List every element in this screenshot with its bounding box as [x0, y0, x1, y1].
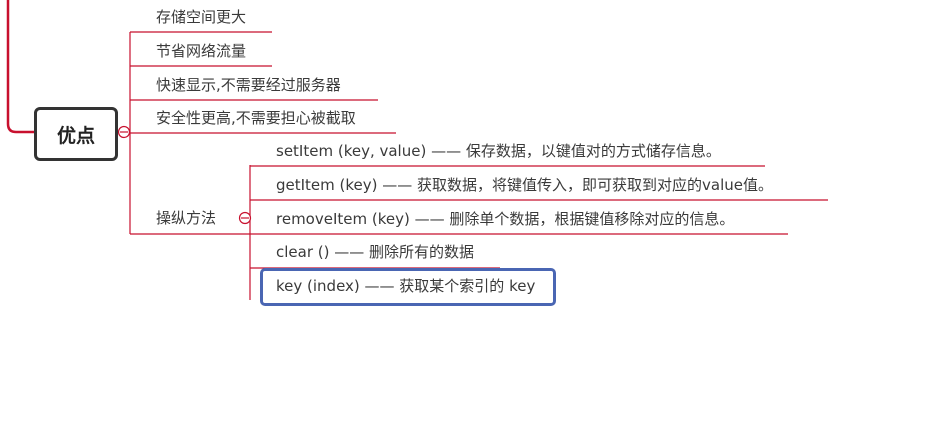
method-node-getitem[interactable]: getItem (key) —— 获取数据，将键值传入，即可获取到对应的valu… — [276, 175, 773, 195]
parent-connector — [6, 0, 34, 134]
method-node-key[interactable]: key (index) —— 获取某个索引的 key — [276, 276, 535, 296]
advantage-node[interactable]: 安全性更高,不需要担心被截取 — [156, 108, 356, 128]
root-label: 优点 — [56, 124, 95, 147]
methods-branch-node[interactable]: 操纵方法 — [156, 208, 216, 228]
root-node[interactable]: 优点 — [34, 107, 118, 161]
method-node-setitem[interactable]: setItem (key, value) —— 保存数据，以键值对的方式储存信息… — [276, 141, 721, 161]
method-node-removeitem[interactable]: removeItem (key) —— 删除单个数据，根据键值移除对应的信息。 — [276, 209, 734, 229]
advantage-node[interactable]: 存储空间更大 — [156, 7, 246, 27]
advantage-node[interactable]: 快速显示,不需要经过服务器 — [156, 75, 341, 95]
advantage-node[interactable]: 节省网络流量 — [156, 41, 246, 61]
method-node-clear[interactable]: clear () —— 删除所有的数据 — [276, 242, 474, 262]
